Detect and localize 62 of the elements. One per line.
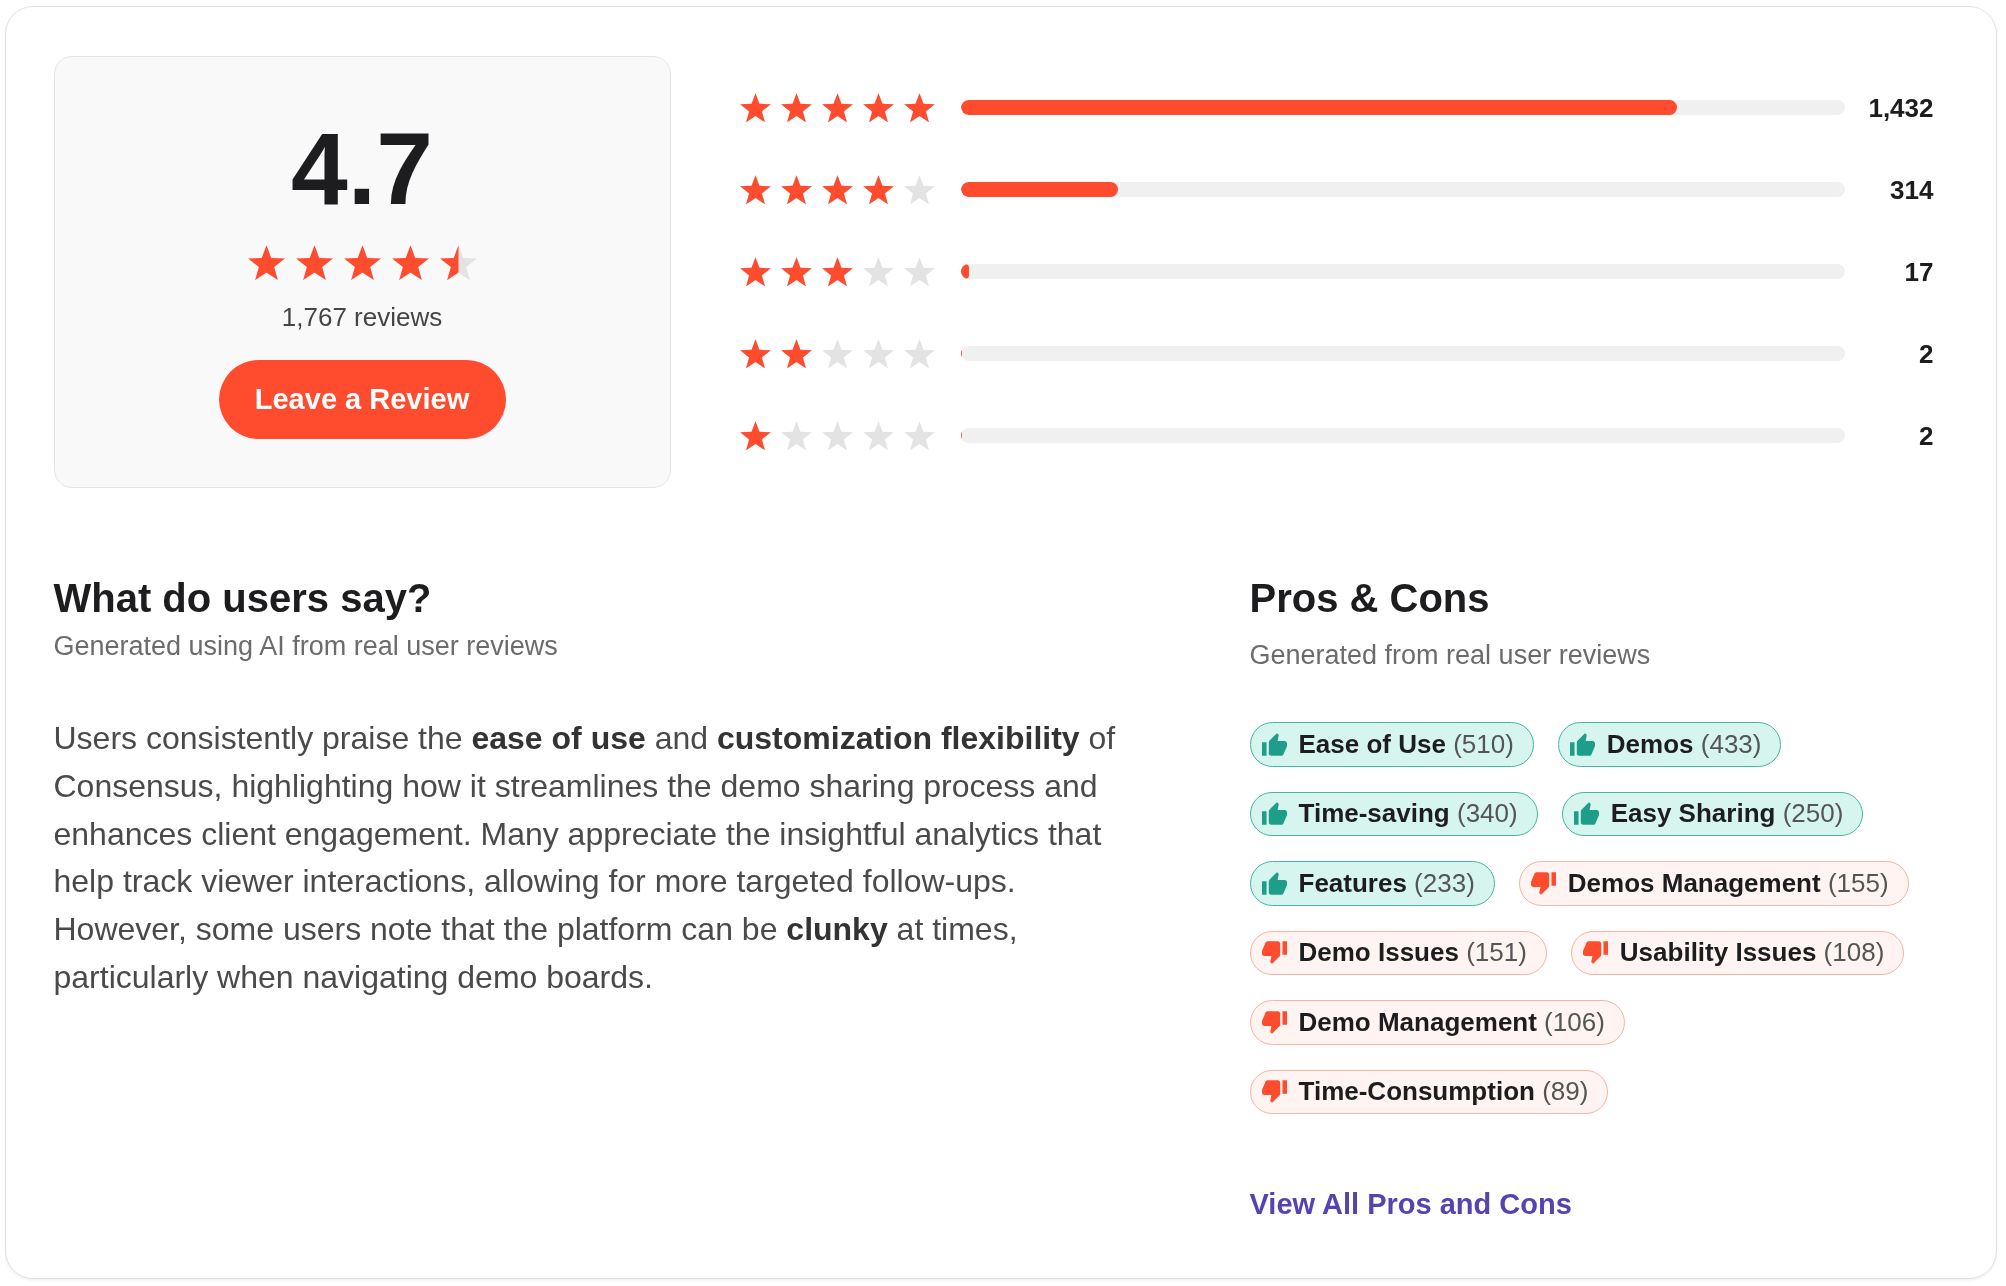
- star-icon: [903, 174, 935, 205]
- view-all-link[interactable]: View All Pros and Cons: [1249, 1186, 1572, 1223]
- con-tag[interactable]: Usability Issues (108): [1570, 930, 1905, 976]
- pro-tag[interactable]: Ease of Use (510): [1249, 722, 1534, 767]
- con-tag[interactable]: Time-Consumption (89): [1249, 1069, 1609, 1115]
- thumbs-down-icon: [1261, 941, 1287, 965]
- thumbs-down-icon: [1530, 871, 1556, 895]
- star-icon: [862, 420, 894, 451]
- star-icon: [862, 174, 894, 205]
- rating-count: 1,432: [1868, 91, 1934, 124]
- thumbs-up-icon: [1261, 802, 1287, 826]
- star-icon: [903, 92, 935, 123]
- thumbs-down-icon: [1261, 1010, 1287, 1034]
- pro-tag[interactable]: Time-saving (340): [1249, 791, 1538, 837]
- pro-tag[interactable]: Easy Sharing (250): [1561, 791, 1864, 837]
- star-icon: [821, 420, 853, 451]
- thumbs-up-icon: [1261, 871, 1287, 895]
- pro-tag[interactable]: Demos (433): [1557, 722, 1782, 767]
- star-icon: [780, 256, 812, 287]
- rating-count: 314: [1890, 173, 1934, 206]
- summary-paragraph: Users consistently praise the ease of use and customization flexibility of Consensus, highlighting how it streamlines the demo sharing process and enhances client engagement. Many appreciate the insightful analytics that help track viewer interactions, allowing for more targeted follow-ups. However, some users note that the platform can be clunky at times, particularly when navigating demo boards.: [53, 719, 1117, 997]
- star-icon: [862, 92, 894, 123]
- star-icon: [821, 256, 853, 287]
- con-tag[interactable]: Demo Management (106): [1249, 1000, 1625, 1045]
- star-icon: [739, 256, 771, 287]
- star-icon: [821, 174, 853, 205]
- star-icon: [739, 174, 771, 205]
- star-icon: [343, 244, 381, 281]
- thumbs-up-icon: [1573, 802, 1599, 826]
- thumbs-up-icon: [1569, 732, 1595, 756]
- rating-count: 2: [1919, 337, 1934, 370]
- star-icon: [862, 338, 894, 369]
- con-tag[interactable]: Demos Management (155): [1518, 861, 1909, 906]
- star-icon: [739, 420, 771, 451]
- thumbs-down-icon: [1261, 1080, 1287, 1104]
- thumbs-up-icon: [1261, 732, 1287, 756]
- rating-count: 17: [1904, 255, 1934, 288]
- thumbs-down-icon: [1582, 941, 1608, 965]
- rating-count: 2: [1919, 419, 1934, 452]
- star-icon: [739, 338, 771, 369]
- star-icon: [739, 92, 771, 123]
- star-icon: [780, 174, 812, 205]
- star-icon: [821, 338, 853, 369]
- star-icon: [821, 92, 853, 123]
- star-icon: [903, 338, 935, 369]
- star-icon: [780, 92, 812, 123]
- star-icon: [780, 338, 812, 369]
- star-icon: [862, 256, 894, 287]
- star-icon: [903, 256, 935, 287]
- star-icon: [780, 420, 812, 451]
- star-icon: [391, 244, 429, 281]
- review-total: 1,767 reviews: [281, 301, 443, 334]
- section-subtitle: Generated using AI from real user reviews: [53, 630, 558, 664]
- star-icon: [247, 244, 285, 281]
- average-score: 4.7: [291, 117, 433, 220]
- section-title: What do users say?: [53, 575, 432, 623]
- star-icon: [903, 420, 935, 451]
- section-subtitle: Generated from real user reviews: [1249, 639, 1651, 673]
- section-title: Pros & Cons: [1249, 575, 1490, 623]
- con-tag[interactable]: Demo Issues (151): [1249, 930, 1547, 976]
- star-icon: [295, 244, 333, 281]
- pro-tag[interactable]: Features (233): [1249, 861, 1495, 906]
